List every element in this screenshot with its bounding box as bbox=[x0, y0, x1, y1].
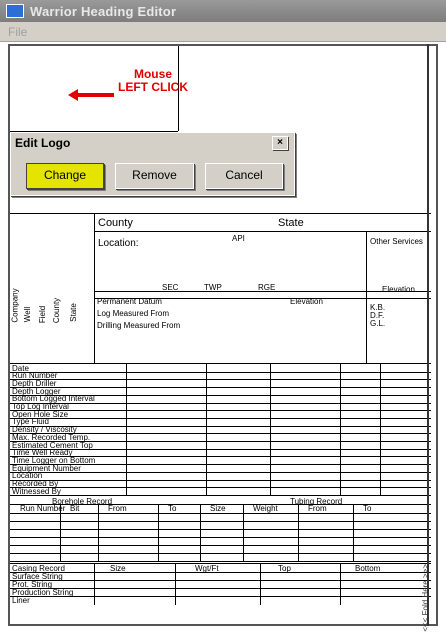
vlabel-county: County bbox=[52, 297, 62, 324]
rge-label: RGE bbox=[258, 283, 276, 292]
borehole-col-line bbox=[243, 503, 244, 562]
borehole-col-header: From bbox=[308, 503, 327, 513]
borehole-row-line bbox=[10, 536, 431, 538]
casing-row-line bbox=[10, 579, 431, 581]
location-label: Location: bbox=[98, 238, 139, 249]
perm-datum-label: Permanent Datum bbox=[97, 297, 162, 306]
borehole-col-line bbox=[298, 503, 299, 562]
run-row-line bbox=[10, 479, 431, 481]
casing-row-line bbox=[10, 595, 431, 597]
borehole-col-header: Bit bbox=[70, 503, 80, 513]
borehole-row-line bbox=[10, 560, 431, 562]
casing-col-line bbox=[175, 562, 176, 605]
window-title: Warrior Heading Editor bbox=[30, 3, 177, 19]
cancel-button[interactable]: Cancel bbox=[205, 163, 283, 189]
run-row-line bbox=[10, 379, 431, 381]
run-col-line bbox=[340, 364, 341, 495]
borehole-col-line bbox=[98, 503, 99, 562]
twp-label: TWP bbox=[204, 283, 222, 292]
title-bar: Warrior Heading Editor bbox=[0, 0, 446, 22]
borehole-col-header: Run Number bbox=[20, 503, 66, 513]
state-label: State bbox=[278, 217, 304, 229]
other-services-divider bbox=[366, 231, 367, 363]
close-icon[interactable]: × bbox=[272, 136, 288, 150]
fold-line: <<< Fold Here >>> bbox=[421, 44, 438, 632]
borehole-col-header: From bbox=[108, 503, 127, 513]
borehole-row-line bbox=[10, 552, 431, 554]
run-row-line bbox=[10, 417, 431, 419]
log-measured-label: Log Measured From bbox=[97, 309, 170, 318]
borehole-col-header: To bbox=[168, 503, 177, 513]
run-row-line bbox=[10, 448, 431, 450]
borehole-col-line bbox=[158, 503, 159, 562]
borehole-col-line bbox=[200, 503, 201, 562]
borehole-row-line bbox=[10, 528, 431, 530]
change-button[interactable]: Change bbox=[26, 163, 104, 189]
borehole-row-line bbox=[10, 544, 431, 546]
fold-here-label: <<< Fold Here >>> bbox=[421, 564, 430, 632]
vlabel-field: Field bbox=[38, 305, 48, 324]
vlabel-company: Company bbox=[10, 288, 20, 323]
borehole-col-line bbox=[353, 503, 354, 562]
run-row-line bbox=[10, 487, 431, 489]
run-col-line bbox=[270, 364, 271, 495]
app-icon bbox=[6, 4, 24, 18]
casing-col-line bbox=[260, 562, 261, 605]
run-row-line bbox=[10, 494, 431, 496]
casing-col-line bbox=[340, 562, 341, 605]
borehole-subhead-line bbox=[10, 512, 431, 514]
edit-logo-dialog: Edit Logo × Change Remove Cancel bbox=[10, 132, 295, 196]
run-col-line bbox=[380, 364, 381, 495]
drilling-measured-label: Drilling Measured From bbox=[97, 321, 181, 330]
run-col-line bbox=[206, 364, 207, 495]
borehole-col-header: Size bbox=[210, 503, 226, 513]
run-row-line bbox=[10, 471, 431, 473]
casing-row-line bbox=[10, 571, 431, 573]
left-click-label: LEFT CLICK bbox=[118, 80, 188, 94]
header-left-divider bbox=[94, 213, 95, 363]
elevation-label: Elevation bbox=[290, 297, 323, 306]
header-top-line bbox=[10, 213, 431, 214]
header-bottom-line bbox=[10, 363, 431, 364]
run-row-line bbox=[10, 410, 431, 412]
borehole-col-header: Weight bbox=[253, 503, 278, 513]
other-services-label: Other Services bbox=[370, 237, 423, 246]
borehole-col-header: To bbox=[363, 503, 372, 513]
menu-file[interactable]: File bbox=[8, 25, 27, 39]
arrow-left-icon bbox=[68, 89, 114, 101]
county-label: County bbox=[98, 217, 133, 229]
gl-label: G.L. bbox=[370, 319, 386, 328]
dialog-title-bar: Edit Logo bbox=[11, 133, 294, 153]
api-label: API bbox=[232, 234, 245, 243]
elevation-head-label: Elevation bbox=[382, 285, 415, 294]
county-line bbox=[94, 231, 431, 232]
menu-bar: File bbox=[0, 22, 446, 42]
mouse-annotation: Mouse LEFT CLICK bbox=[118, 68, 188, 94]
remove-button[interactable]: Remove bbox=[115, 163, 194, 189]
vlabel-state: State bbox=[68, 303, 78, 322]
borehole-row-line bbox=[10, 520, 431, 522]
casing-row-line bbox=[10, 587, 431, 589]
run-row-line bbox=[10, 387, 431, 389]
sec-label: SEC bbox=[162, 283, 179, 292]
casing-col-line bbox=[94, 562, 95, 605]
run-col-line bbox=[126, 364, 127, 495]
dialog-title: Edit Logo bbox=[15, 136, 71, 150]
casing-row-label: Liner bbox=[12, 595, 30, 605]
borehole-col-line bbox=[60, 503, 61, 562]
run-row-line bbox=[10, 402, 431, 404]
vlabel-well: Well bbox=[23, 306, 33, 323]
run-row-line bbox=[10, 371, 431, 373]
